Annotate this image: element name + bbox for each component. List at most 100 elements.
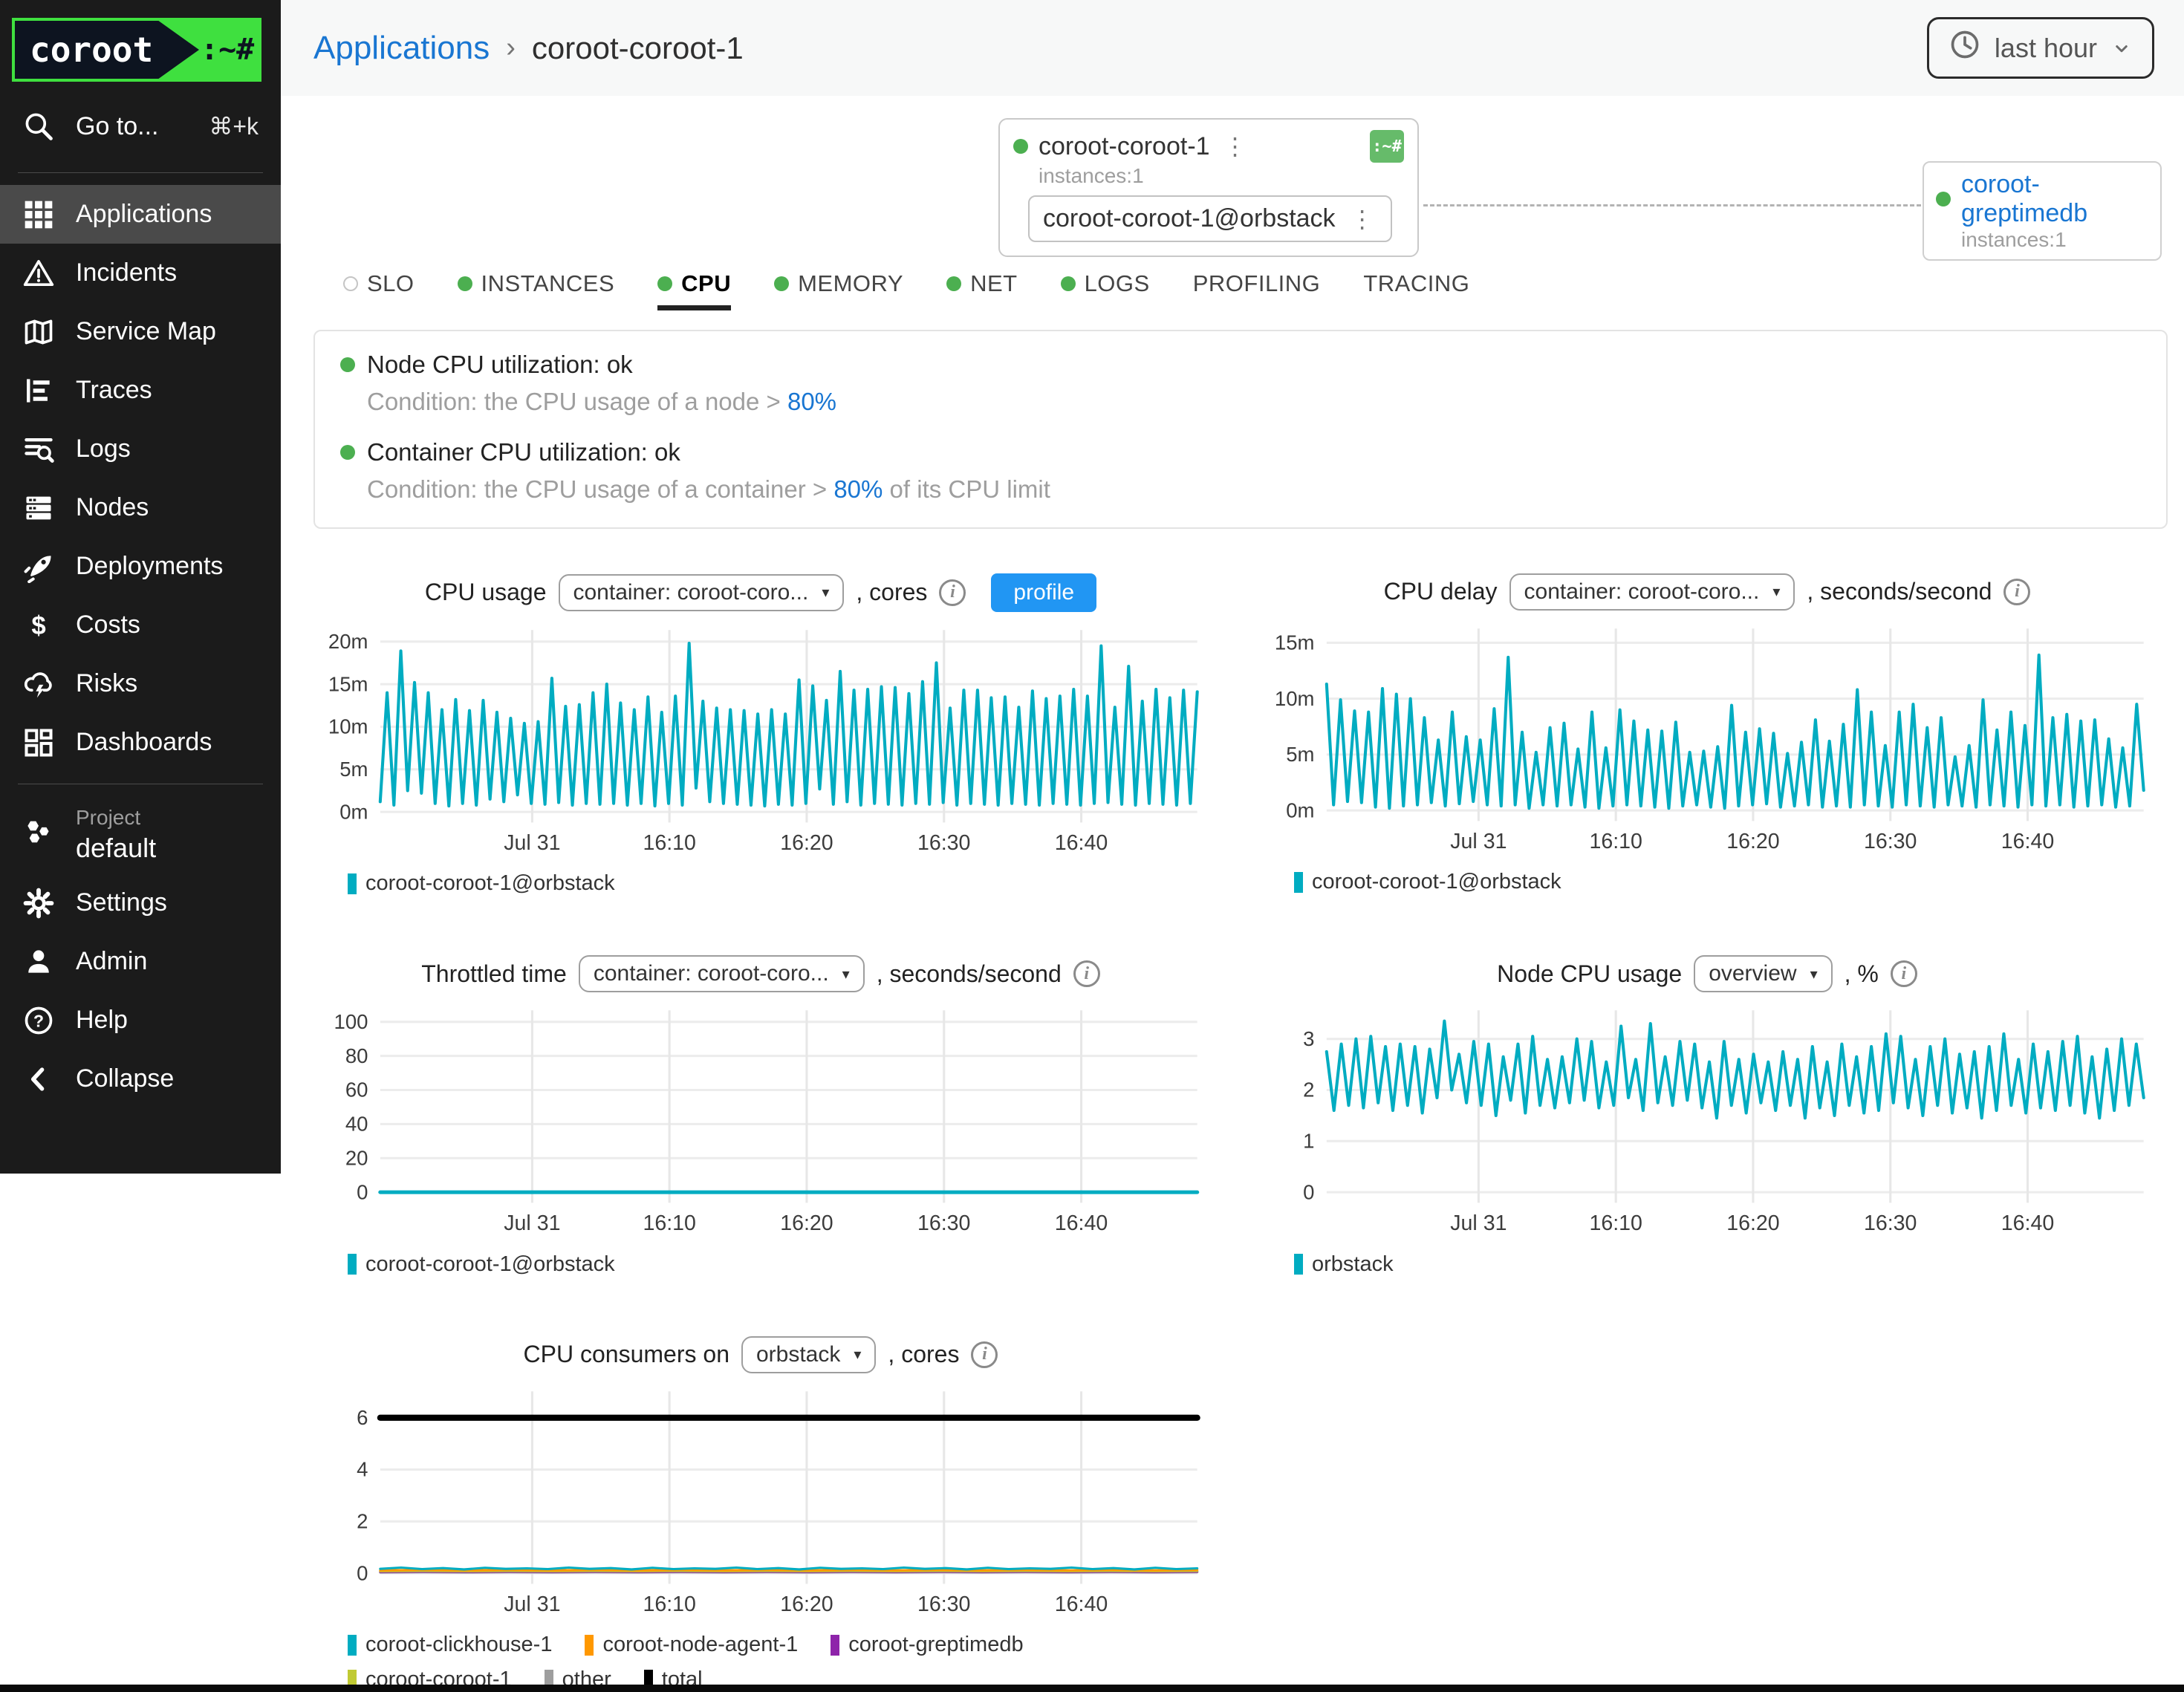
sidebar-item-settings[interactable]: Settings bbox=[0, 873, 281, 932]
tab-net[interactable]: NET bbox=[946, 270, 1018, 310]
legend-item[interactable]: coroot-coroot-1@orbstack bbox=[1294, 870, 1561, 894]
chart-plot[interactable]: 0246Jul 3116:1016:2016:3016:40 bbox=[313, 1382, 1208, 1625]
legend-item[interactable]: orbstack bbox=[1294, 1252, 1394, 1277]
profile-button[interactable]: profile bbox=[991, 573, 1096, 612]
legend-color-chip bbox=[1294, 872, 1303, 893]
chart-plot[interactable]: 0123Jul 3116:1016:2016:3016:40 bbox=[1260, 1001, 2154, 1244]
svg-text:0: 0 bbox=[357, 1561, 368, 1584]
sidebar-item-nodes[interactable]: Nodes bbox=[0, 478, 281, 537]
sidebar-item-applications[interactable]: Applications bbox=[0, 185, 281, 244]
breadcrumb-applications-link[interactable]: Applications bbox=[313, 30, 490, 67]
sidebar-item-risks[interactable]: Risks bbox=[0, 654, 281, 713]
dollar-icon: $ bbox=[22, 609, 55, 642]
chart-selector-dropdown[interactable]: container: coroot-coro...▾ bbox=[579, 955, 865, 992]
traces-icon bbox=[22, 374, 55, 407]
chart-selector-dropdown[interactable]: overview▾ bbox=[1694, 955, 1832, 992]
svg-text:16:40: 16:40 bbox=[1055, 1211, 1108, 1235]
sidebar-nav: ApplicationsIncidentsService MapTraces Lo… bbox=[0, 185, 281, 772]
sidebar-item-deployments[interactable]: Deployments bbox=[0, 537, 281, 596]
tab-label: INSTANCES bbox=[481, 270, 615, 297]
chart-selector-dropdown[interactable]: container: coroot-coro...▾ bbox=[1509, 573, 1795, 611]
legend-item[interactable]: coroot-coroot-1@orbstack bbox=[348, 1252, 615, 1277]
tab-tracing[interactable]: TRACING bbox=[1363, 270, 1469, 310]
chart-plot[interactable]: 0m5m10m15m20mJul 3116:1016:2016:3016:40 bbox=[313, 621, 1208, 864]
check-threshold[interactable]: 80% bbox=[833, 475, 883, 503]
sidebar-item-logs[interactable]: Logs bbox=[0, 420, 281, 478]
chart-legend: coroot-coroot-1@orbstack bbox=[1294, 870, 2154, 894]
tab-memory[interactable]: MEMORY bbox=[774, 270, 903, 310]
kebab-menu-icon[interactable]: ⋮ bbox=[1348, 205, 1377, 233]
legend-color-chip bbox=[585, 1635, 594, 1656]
time-range-selector[interactable]: last hour bbox=[1927, 17, 2154, 79]
svg-text:16:10: 16:10 bbox=[643, 1211, 695, 1235]
chart-title: Throttled timecontainer: coroot-coro...▾… bbox=[313, 955, 1208, 992]
kebab-menu-icon[interactable]: ⋮ bbox=[1221, 132, 1250, 160]
svg-text:0m: 0m bbox=[1286, 798, 1314, 821]
svg-text:5m: 5m bbox=[339, 757, 368, 780]
chart-selector-value: orbstack bbox=[756, 1342, 840, 1367]
sidebar-item-traces[interactable]: Traces bbox=[0, 361, 281, 420]
svg-text:40: 40 bbox=[345, 1113, 368, 1136]
storm-icon bbox=[22, 668, 55, 700]
sidebar-item-admin[interactable]: Admin bbox=[0, 932, 281, 991]
chart-legend: orbstack bbox=[1294, 1252, 2154, 1277]
legend-item[interactable]: coroot-node-agent-1 bbox=[585, 1633, 798, 1657]
info-icon[interactable]: i bbox=[1073, 960, 1100, 987]
info-icon[interactable]: i bbox=[2003, 579, 2030, 605]
main-content: Applications › coroot-coroot-1 last hour… bbox=[281, 0, 2184, 1692]
legend-item[interactable]: coroot-greptimedb bbox=[831, 1633, 1023, 1657]
svg-text:20m: 20m bbox=[328, 629, 368, 652]
chart-plot[interactable]: 0m5m10m15mJul 3116:1016:2016:3016:40 bbox=[1260, 619, 2154, 862]
chart-selector-value: container: coroot-coro... bbox=[594, 961, 829, 986]
tab-logs[interactable]: LOGS bbox=[1061, 270, 1150, 310]
svg-text:Jul 31: Jul 31 bbox=[504, 1592, 560, 1616]
upstream-link[interactable]: coroot-greptimedb bbox=[1961, 170, 2148, 228]
gear-icon bbox=[22, 887, 55, 920]
sidebar-item-collapse[interactable]: Collapse bbox=[0, 1050, 281, 1108]
legend-label: coroot-coroot-1@orbstack bbox=[365, 871, 615, 896]
svg-text:16:10: 16:10 bbox=[1589, 830, 1642, 853]
svg-text:15m: 15m bbox=[1275, 631, 1315, 654]
sidebar-item-help[interactable]: ?Help bbox=[0, 991, 281, 1050]
project-selector[interactable]: Project default bbox=[0, 796, 281, 873]
svg-text:$: $ bbox=[31, 611, 45, 640]
dashboard-icon bbox=[22, 726, 55, 759]
dropdown-arrow-icon: ▾ bbox=[822, 583, 829, 602]
chart-unit-suffix: , cores bbox=[856, 579, 927, 606]
info-icon[interactable]: i bbox=[1891, 960, 1917, 987]
sidebar-item-costs[interactable]: $Costs bbox=[0, 596, 281, 654]
sidebar-item-service-map[interactable]: Service Map bbox=[0, 302, 281, 361]
instance-box[interactable]: coroot-coroot-1@orbstack ⋮ bbox=[1028, 195, 1392, 242]
chart-selector-dropdown[interactable]: container: coroot-coro...▾ bbox=[559, 574, 845, 611]
coroot-logo[interactable]: coroot :~# bbox=[12, 18, 269, 82]
tab-profiling[interactable]: PROFILING bbox=[1193, 270, 1321, 310]
check-threshold[interactable]: 80% bbox=[787, 388, 836, 415]
legend-item[interactable]: coroot-clickhouse-1 bbox=[348, 1633, 552, 1657]
svg-text:100: 100 bbox=[334, 1010, 368, 1033]
sidebar-item-label: Logs bbox=[76, 435, 131, 463]
svg-text:4: 4 bbox=[357, 1457, 368, 1480]
info-icon[interactable]: i bbox=[939, 579, 966, 606]
chart-throttled-time: Throttled timecontainer: coroot-coro...▾… bbox=[313, 955, 1208, 1277]
chart-title: CPU usage container: coroot-coro...▾ , cor… bbox=[313, 573, 1208, 612]
chart-selector-dropdown[interactable]: orbstack▾ bbox=[741, 1336, 876, 1373]
sidebar-item-incidents[interactable]: Incidents bbox=[0, 244, 281, 302]
sidebar: coroot :~# Go to... ⌘+k ApplicationsInci… bbox=[0, 0, 281, 1174]
svg-text:16:10: 16:10 bbox=[643, 1592, 695, 1616]
chart-title-text: CPU consumers on bbox=[524, 1341, 729, 1368]
legend-item[interactable]: coroot-coroot-1@orbstack bbox=[348, 871, 615, 896]
info-icon[interactable]: i bbox=[971, 1341, 998, 1368]
chart-title-text: CPU usage bbox=[425, 579, 547, 606]
svg-text:6: 6 bbox=[357, 1405, 368, 1428]
svg-text:16:10: 16:10 bbox=[1589, 1211, 1642, 1235]
svg-text:16:20: 16:20 bbox=[780, 831, 833, 855]
chart-plot[interactable]: 020406080100Jul 3116:1016:2016:3016:40 bbox=[313, 1001, 1208, 1244]
chart-title: CPU consumers onorbstack▾, coresi bbox=[313, 1336, 1208, 1373]
tab-cpu[interactable]: CPU bbox=[657, 270, 731, 310]
tab-slo[interactable]: SLO bbox=[343, 270, 415, 310]
goto-search[interactable]: Go to... ⌘+k bbox=[0, 92, 281, 160]
check-title: Node CPU utilization: ok bbox=[367, 351, 633, 379]
sidebar-item-dashboards[interactable]: Dashboards bbox=[0, 713, 281, 772]
tab-instances[interactable]: INSTANCES bbox=[458, 270, 615, 310]
upstream-card: coroot-greptimedb instances:1 bbox=[1923, 161, 2162, 261]
